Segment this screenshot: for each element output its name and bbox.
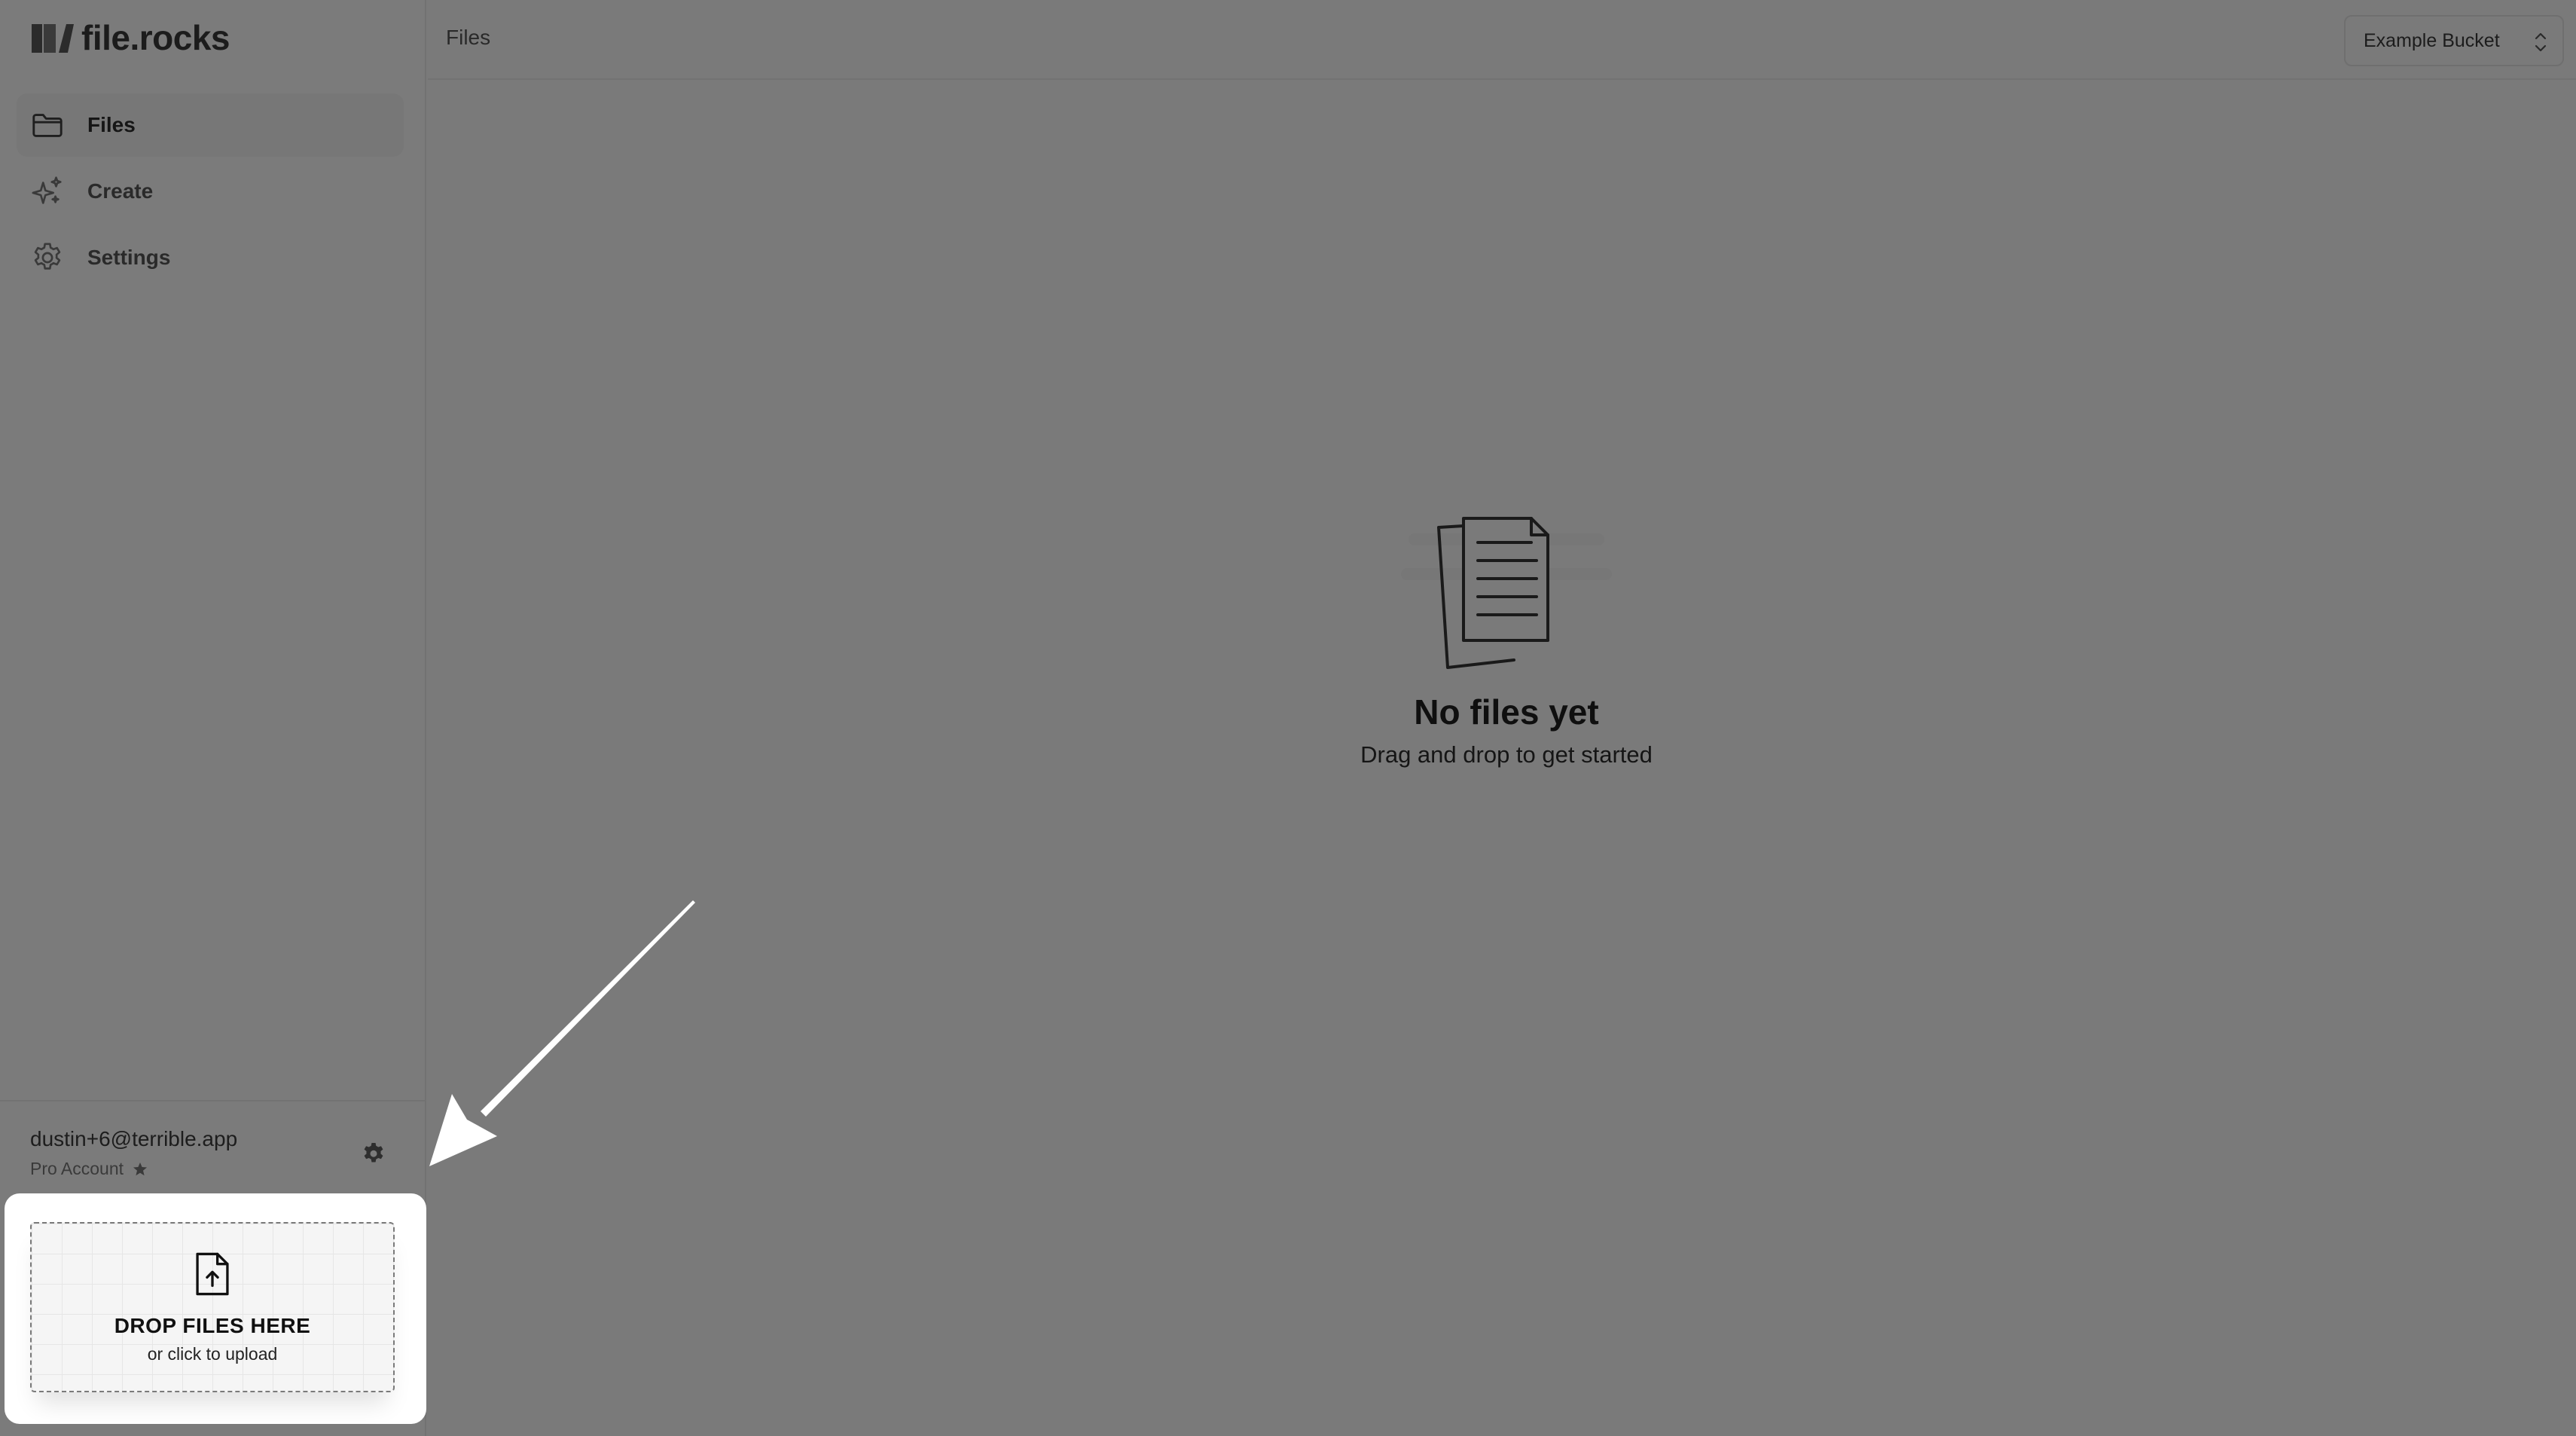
account-info: dustin+6@terrible.app Pro Account	[30, 1127, 399, 1179]
documents-icon	[1401, 517, 1612, 669]
app-window: file.rocks Files Create Settings dustin+…	[0, 0, 2576, 1436]
sidebar-item-create[interactable]: Create	[17, 160, 404, 223]
logo-icon	[32, 24, 74, 53]
sidebar-item-label: Create	[87, 179, 154, 203]
upload-dropzone[interactable]: DROP FILES HERE or click to upload	[30, 1222, 395, 1392]
sidebar-item-label: Settings	[87, 246, 171, 269]
dropzone-title: DROP FILES HERE	[114, 1314, 311, 1337]
bucket-select-value: Example Bucket	[2364, 29, 2500, 51]
empty-state-subtitle: Drag and drop to get started	[1360, 741, 1653, 768]
account-settings-gear-icon[interactable]	[360, 1141, 387, 1168]
page-title: Files	[446, 26, 491, 49]
sidebar-item-label: Files	[87, 113, 136, 136]
star-icon	[133, 1162, 148, 1175]
account-plan: Pro Account	[30, 1159, 399, 1179]
sidebar-divider	[0, 1100, 426, 1101]
sparkles-icon	[32, 176, 62, 204]
sidebar-item-settings[interactable]: Settings	[17, 226, 404, 289]
sidebar-item-files[interactable]: Files	[17, 93, 404, 157]
dropzone-subtitle: or click to upload	[147, 1344, 278, 1364]
gear-icon	[34, 243, 61, 270]
top-bar: Files Example Bucket	[428, 0, 2576, 80]
sidebar-nav: Files Create Settings	[17, 93, 404, 292]
account-email: dustin+6@terrible.app	[30, 1127, 238, 1150]
app-name: file.rocks	[81, 18, 230, 57]
annotation-arrow	[429, 900, 695, 1166]
bucket-select[interactable]: Example Bucket	[2344, 15, 2564, 66]
empty-state: No files yet Drag and drop to get starte…	[1280, 497, 1732, 799]
folder-icon	[32, 114, 63, 137]
file-upload-icon	[196, 1252, 229, 1296]
account-plan-label: Pro Account	[30, 1159, 124, 1178]
chevron-up-down-icon	[2535, 32, 2547, 52]
upload-card: DROP FILES HERE or click to upload	[5, 1193, 426, 1424]
empty-state-title: No files yet	[1414, 692, 1599, 732]
app-logo[interactable]: file.rocks	[30, 17, 230, 59]
